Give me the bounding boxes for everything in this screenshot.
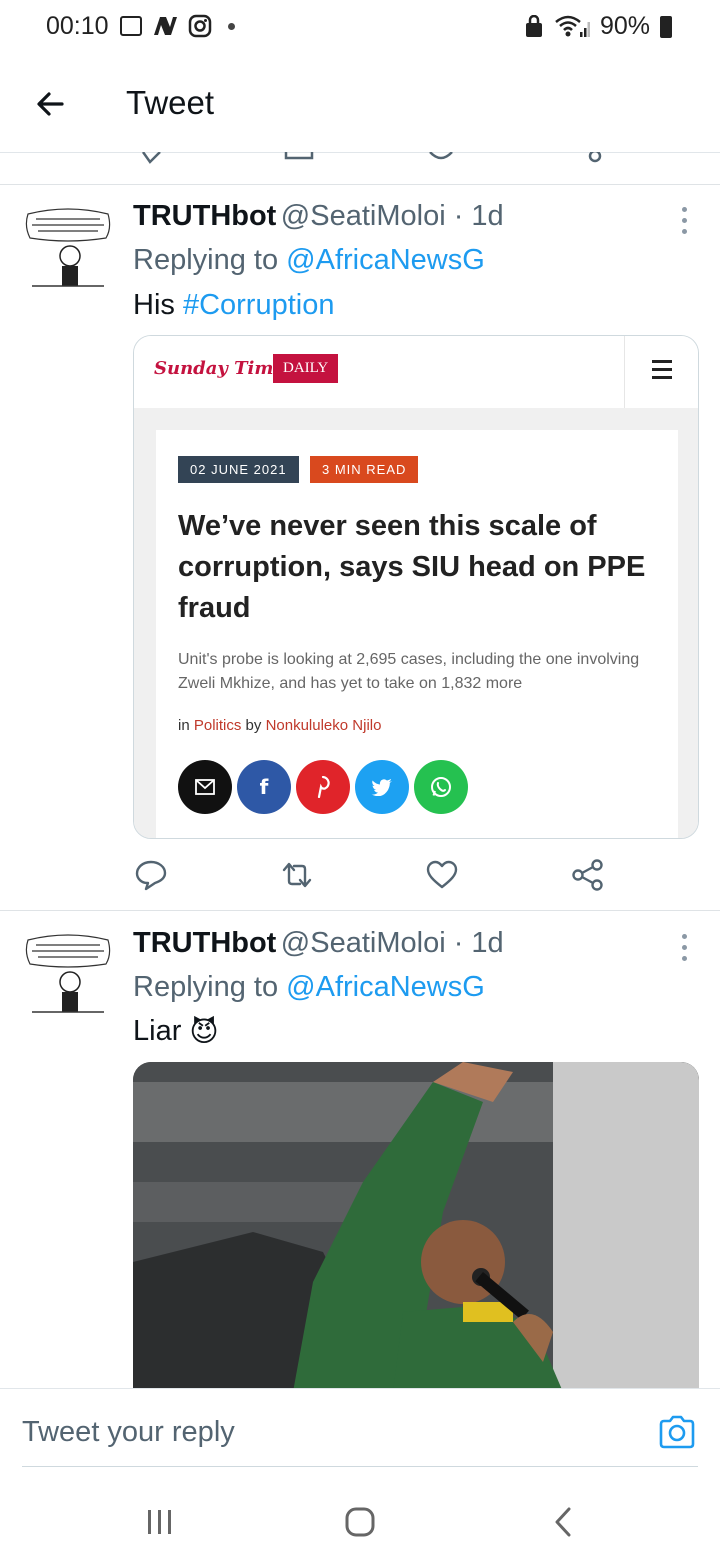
article-title: We’ve never seen this scale of corruptio…	[178, 510, 646, 624]
reply-input[interactable]: Tweet your reply	[22, 1416, 235, 1449]
author-handle[interactable]: @SeatiMoloi · 1d	[281, 927, 504, 959]
link-preview-card[interactable]: Sunday Times DAILY 02 JUNE 2021 3 MIN RE…	[133, 335, 699, 839]
tweet-actions	[133, 858, 613, 898]
share-icon[interactable]	[571, 858, 605, 892]
page-title: Tweet	[126, 84, 215, 121]
tweet-text: His #Corruption	[133, 289, 334, 322]
tweet-text: Liar 😈	[133, 1015, 219, 1048]
replying-to: Replying to @AfricaNewsG	[133, 244, 485, 277]
retweet-icon[interactable]	[280, 858, 314, 892]
byline-section: Politics	[193, 717, 242, 734]
like-icon[interactable]	[425, 858, 459, 892]
more-notifications-dot	[228, 22, 235, 30]
avatar[interactable]	[22, 930, 114, 1022]
twitter-share-icon	[355, 760, 409, 814]
tweet-header: TRUTHbot @SeatiMoloi · 1d	[133, 200, 504, 233]
more-vertical-icon[interactable]	[679, 934, 689, 961]
card-body: 02 JUNE 2021 3 MIN READ We’ve never seen…	[134, 408, 698, 838]
article-date-badge: 02 JUNE 2021	[178, 456, 299, 483]
replying-to-link[interactable]: @AfricaNewsG	[286, 971, 485, 1003]
tweet-text-body: His	[133, 289, 175, 321]
article-subtitle: Unit's probe is looking at 2,695 cases, …	[178, 651, 640, 692]
replying-to: Replying to @AfricaNewsG	[133, 971, 485, 1004]
camera-icon[interactable]	[658, 1414, 696, 1450]
more-vertical-icon[interactable]	[679, 207, 689, 234]
tweet-photo[interactable]	[133, 1062, 699, 1392]
battery-percent: 90%	[599, 12, 650, 40]
hamburger-menu-icon[interactable]	[652, 360, 672, 379]
recents-icon[interactable]	[146, 1508, 174, 1536]
secure-folder-icon	[525, 14, 542, 37]
replying-prefix: Replying to	[133, 971, 279, 1003]
hashtag-link[interactable]: #Corruption	[183, 289, 335, 321]
read-time-badge: 3 MIN READ	[310, 456, 419, 483]
status-right: 90%	[524, 12, 672, 41]
tweet-header: TRUTHbot @SeatiMoloi · 1d	[133, 927, 504, 960]
gallery-notification-icon	[120, 16, 142, 36]
status-notification-icons	[120, 14, 235, 38]
avatar[interactable]	[22, 204, 114, 296]
author-name[interactable]: TRUTHbot	[133, 200, 276, 232]
site-logo-badge: DAILY	[273, 354, 339, 383]
byline-in: in	[178, 717, 190, 734]
n-notification-icon	[154, 17, 177, 35]
reply-icon[interactable]	[134, 858, 168, 892]
card-site-header: Sunday Times DAILY	[134, 336, 698, 410]
menu-separator	[624, 336, 625, 408]
tweet-divider	[0, 910, 720, 911]
wifi-signal-icon	[555, 15, 590, 37]
article-panel: 02 JUNE 2021 3 MIN READ We’ve never seen…	[156, 430, 678, 838]
instagram-notification-icon	[188, 14, 212, 38]
pinterest-share-icon	[296, 760, 350, 814]
battery-icon	[660, 15, 672, 38]
tweet-divider	[0, 184, 720, 185]
devil-emoji-icon: 😈	[189, 1016, 219, 1047]
previous-tweet-actions	[0, 152, 720, 184]
facebook-share-icon: f	[237, 760, 291, 814]
home-icon[interactable]	[344, 1506, 376, 1538]
replying-to-link[interactable]: @AfricaNewsG	[286, 244, 485, 276]
back-icon[interactable]	[552, 1506, 574, 1538]
tweet-text-body: Liar	[133, 1015, 182, 1047]
replying-prefix: Replying to	[133, 244, 279, 276]
system-nav-bar	[0, 1468, 720, 1560]
status-time: 00:10	[46, 12, 109, 40]
author-handle[interactable]: @SeatiMoloi · 1d	[281, 200, 504, 232]
author-name[interactable]: TRUTHbot	[133, 927, 276, 959]
byline-author: Nonkululeko Njilo	[265, 717, 382, 734]
reply-underline	[22, 1466, 698, 1467]
back-arrow-icon[interactable]	[32, 86, 68, 122]
article-byline: in Politics by Nonkululeko Njilo	[178, 717, 381, 734]
whatsapp-share-icon	[414, 760, 468, 814]
email-share-icon	[178, 760, 232, 814]
byline-by: by	[245, 717, 262, 734]
